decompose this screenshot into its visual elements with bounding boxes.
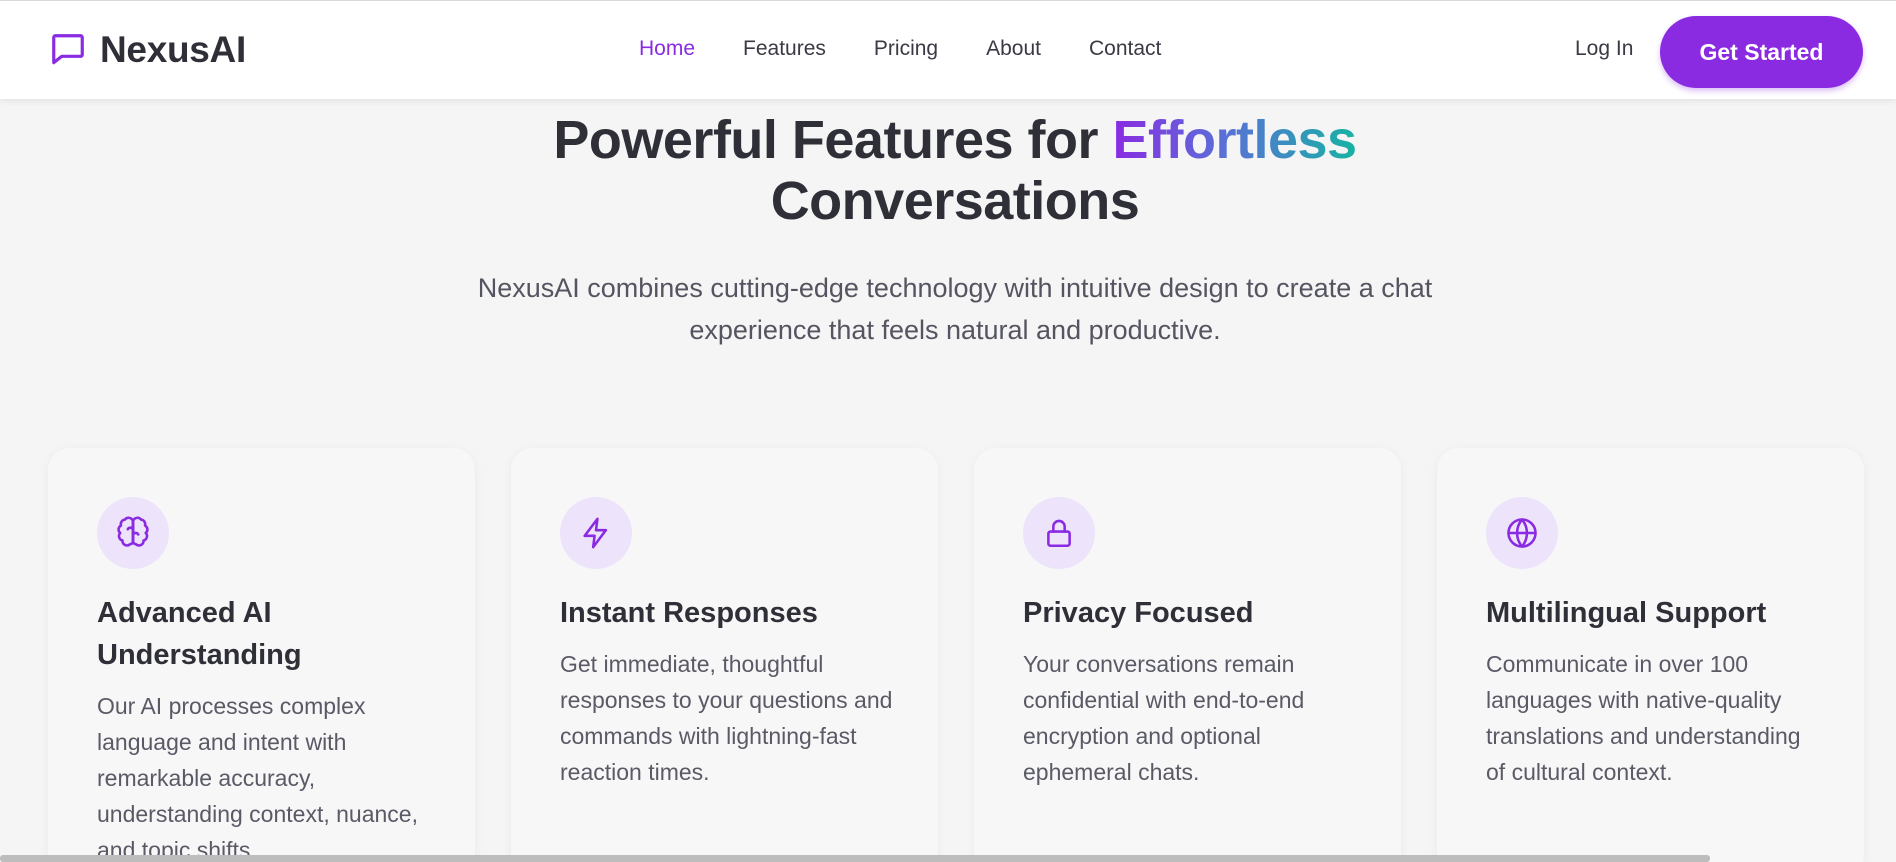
nav-link-features[interactable]: Features: [743, 37, 826, 61]
brand-logo[interactable]: NexusAI: [48, 29, 246, 71]
brain-icon: [97, 497, 169, 569]
get-started-button[interactable]: Get Started: [1660, 16, 1863, 88]
hero-title: Powerful Features for Effortless Convers…: [0, 110, 1896, 232]
main-nav: Home Features Pricing About Contact: [639, 37, 1209, 61]
feature-title: Multilingual Support: [1486, 597, 1767, 629]
nav-link-home[interactable]: Home: [639, 37, 695, 61]
feature-description: Communicate in over 100 languages with n…: [1486, 651, 1801, 785]
page: NexusAI Home Features Pricing About Cont…: [0, 0, 1896, 862]
feature-card-advanced-ai: Advanced AI Understanding Our AI process…: [48, 448, 475, 862]
hero-title-highlight: Effortless: [1112, 110, 1358, 170]
feature-title: Advanced AI Understanding: [97, 597, 302, 671]
feature-card-multilingual: Multilingual Support Communicate in over…: [1437, 448, 1864, 862]
feature-description: Your conversations remain confidential w…: [1023, 651, 1305, 785]
hero-subtitle-line-1: NexusAI combines cutting-edge technology…: [477, 273, 1433, 303]
feature-description: Get immediate, thoughtful responses to y…: [560, 651, 893, 785]
nav-link-about[interactable]: About: [986, 37, 1041, 61]
feature-card-privacy: Privacy Focused Your conversations remai…: [974, 448, 1401, 862]
feature-card-instant-responses: Instant Responses Get immediate, thought…: [511, 448, 938, 862]
feature-title: Privacy Focused: [1023, 597, 1254, 629]
hero-title-suffix: Conversations: [770, 171, 1140, 231]
horizontal-scrollbar[interactable]: [0, 855, 1710, 862]
lightning-bolt-icon: [560, 497, 632, 569]
chat-bubble-icon: [48, 30, 88, 70]
hero-subtitle-line-2: experience that feels natural and produc…: [689, 315, 1221, 345]
nav-link-pricing[interactable]: Pricing: [874, 37, 938, 61]
globe-icon: [1486, 497, 1558, 569]
hero-title-prefix: Powerful Features for: [553, 110, 1113, 170]
nav-link-contact[interactable]: Contact: [1089, 37, 1161, 61]
feature-description: Our AI processes complex language and in…: [97, 693, 418, 862]
feature-title: Instant Responses: [560, 597, 818, 629]
lock-icon: [1023, 497, 1095, 569]
login-link[interactable]: Log In: [1575, 37, 1633, 61]
brand-name: NexusAI: [100, 29, 246, 70]
hero-subtitle: NexusAI combines cutting-edge technology…: [430, 267, 1480, 351]
navbar: NexusAI Home Features Pricing About Cont…: [0, 0, 1896, 99]
